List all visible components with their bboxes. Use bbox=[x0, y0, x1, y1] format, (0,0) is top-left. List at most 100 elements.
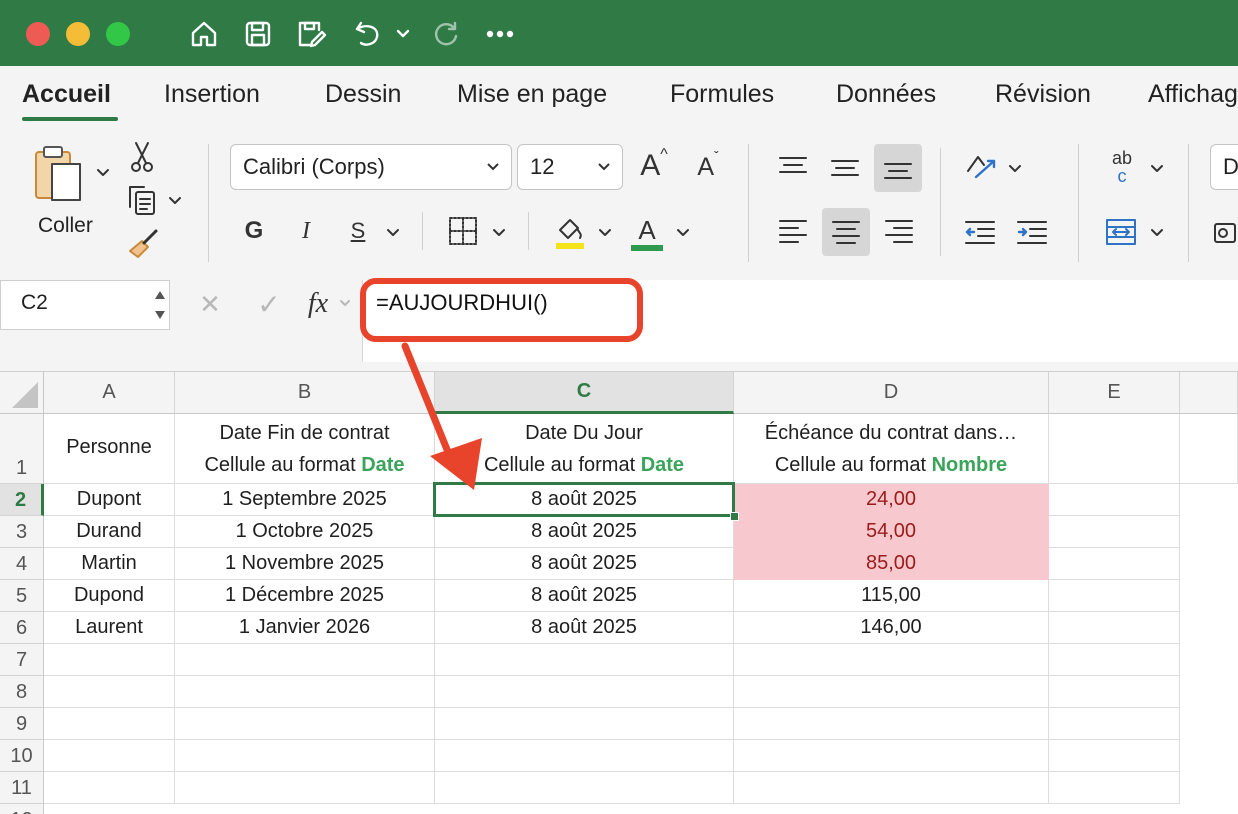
row-header-1[interactable]: 1 bbox=[0, 414, 44, 484]
function-dropdown-chevron-icon[interactable] bbox=[338, 296, 352, 310]
empty-row-8[interactable] bbox=[44, 676, 175, 708]
save-edit-icon[interactable] bbox=[294, 14, 330, 54]
empty-row-8[interactable] bbox=[734, 676, 1049, 708]
undo-dropdown-chevron-icon[interactable] bbox=[394, 14, 412, 54]
empty-row-10[interactable] bbox=[44, 740, 175, 772]
row-header-12[interactable]: 12 bbox=[0, 804, 44, 814]
name-box-stepper-icon[interactable] bbox=[150, 282, 170, 328]
table-cell[interactable]: Laurent bbox=[44, 612, 175, 644]
font-size-dropdown[interactable]: 12 bbox=[517, 144, 623, 190]
align-top-icon[interactable] bbox=[770, 144, 816, 190]
decrease-indent-icon[interactable] bbox=[958, 210, 1002, 254]
table-cell[interactable]: 1 Septembre 2025 bbox=[175, 484, 435, 516]
number-format-dropdown[interactable]: D bbox=[1210, 144, 1238, 190]
bold-button[interactable]: G bbox=[238, 212, 270, 250]
empty-row-9[interactable] bbox=[1049, 708, 1180, 740]
wrap-text-button[interactable]: ab c bbox=[1100, 144, 1144, 190]
empty-row-9[interactable] bbox=[435, 708, 734, 740]
row-header-6[interactable]: 6 bbox=[0, 612, 44, 644]
column-header-d[interactable]: D bbox=[734, 372, 1049, 414]
table-cell-highlighted[interactable]: 85,00 bbox=[734, 548, 1049, 580]
cell-d1[interactable]: Échéance du contrat dans… Cellule au for… bbox=[734, 414, 1049, 484]
row-header-8[interactable]: 8 bbox=[0, 676, 44, 708]
redo-icon[interactable] bbox=[428, 14, 464, 54]
align-bottom-icon[interactable] bbox=[874, 144, 922, 192]
table-cell[interactable]: 146,00 bbox=[734, 612, 1049, 644]
row-header-3[interactable]: 3 bbox=[0, 516, 44, 548]
borders-dropdown-chevron-icon[interactable] bbox=[490, 224, 508, 242]
merge-center-icon[interactable] bbox=[1100, 212, 1142, 252]
cancel-formula-button[interactable]: ✕ bbox=[194, 286, 226, 322]
insert-function-button[interactable]: fx bbox=[300, 284, 336, 324]
table-cell-highlighted[interactable]: 24,00 bbox=[734, 484, 1049, 516]
table-cell[interactable]: Dupont bbox=[44, 484, 175, 516]
table-cell[interactable]: 1 Décembre 2025 bbox=[175, 580, 435, 612]
underline-button[interactable]: S bbox=[342, 212, 374, 250]
currency-format-icon[interactable] bbox=[1212, 216, 1238, 250]
column-header-f[interactable] bbox=[1180, 372, 1238, 414]
table-cell[interactable] bbox=[1049, 484, 1180, 516]
row-header-4[interactable]: 4 bbox=[0, 548, 44, 580]
table-cell[interactable]: 8 août 2025 bbox=[435, 516, 734, 548]
empty-row-10[interactable] bbox=[734, 740, 1049, 772]
table-cell[interactable]: Martin bbox=[44, 548, 175, 580]
font-color-dropdown-chevron-icon[interactable] bbox=[674, 224, 692, 242]
zoom-window-button[interactable] bbox=[106, 22, 130, 46]
empty-row-10[interactable] bbox=[1049, 740, 1180, 772]
table-cell-highlighted[interactable]: 54,00 bbox=[734, 516, 1049, 548]
tab-formules[interactable]: Formules bbox=[670, 80, 774, 109]
empty-row-7[interactable] bbox=[175, 644, 435, 676]
empty-row-7[interactable] bbox=[734, 644, 1049, 676]
save-icon[interactable] bbox=[240, 14, 276, 54]
tab-affichage[interactable]: Affichag bbox=[1148, 80, 1238, 109]
empty-row-11[interactable] bbox=[734, 772, 1049, 804]
table-cell[interactable]: 115,00 bbox=[734, 580, 1049, 612]
paste-button[interactable] bbox=[28, 142, 88, 208]
empty-row-7[interactable] bbox=[435, 644, 734, 676]
column-header-b[interactable]: B bbox=[175, 372, 435, 414]
table-cell[interactable] bbox=[1049, 580, 1180, 612]
close-window-button[interactable] bbox=[26, 22, 50, 46]
align-left-icon[interactable] bbox=[770, 208, 816, 254]
column-header-e[interactable]: E bbox=[1049, 372, 1180, 414]
empty-row-9[interactable] bbox=[44, 708, 175, 740]
font-name-dropdown[interactable]: Calibri (Corps) bbox=[230, 144, 512, 190]
empty-row-9[interactable] bbox=[734, 708, 1049, 740]
italic-button[interactable]: I bbox=[290, 212, 322, 250]
table-cell[interactable] bbox=[1049, 612, 1180, 644]
underline-dropdown-chevron-icon[interactable] bbox=[384, 224, 402, 242]
row-header-9[interactable]: 9 bbox=[0, 708, 44, 740]
minimize-window-button[interactable] bbox=[66, 22, 90, 46]
font-color-button[interactable]: A bbox=[628, 210, 666, 256]
tab-insertion[interactable]: Insertion bbox=[164, 80, 260, 109]
tab-mise-en-page[interactable]: Mise en page bbox=[457, 80, 607, 109]
fill-handle[interactable] bbox=[730, 512, 739, 521]
empty-row-8[interactable] bbox=[1049, 676, 1180, 708]
fill-color-icon[interactable] bbox=[550, 210, 590, 254]
grow-font-button[interactable]: A ^ bbox=[634, 146, 674, 186]
empty-row-7[interactable] bbox=[1049, 644, 1180, 676]
tab-dessin[interactable]: Dessin bbox=[325, 80, 401, 109]
column-header-a[interactable]: A bbox=[44, 372, 175, 414]
align-right-icon[interactable] bbox=[876, 208, 922, 254]
empty-row-11[interactable] bbox=[44, 772, 175, 804]
borders-icon[interactable] bbox=[444, 212, 482, 250]
table-cell[interactable]: 8 août 2025 bbox=[435, 580, 734, 612]
table-cell[interactable]: 8 août 2025 bbox=[435, 612, 734, 644]
text-orientation-icon[interactable] bbox=[958, 146, 1004, 190]
empty-row-8[interactable] bbox=[175, 676, 435, 708]
row-header-2[interactable]: 2 bbox=[0, 484, 44, 516]
empty-row-8[interactable] bbox=[435, 676, 734, 708]
table-cell[interactable] bbox=[1049, 516, 1180, 548]
table-cell[interactable]: 1 Octobre 2025 bbox=[175, 516, 435, 548]
row-header-7[interactable]: 7 bbox=[0, 644, 44, 676]
tab-donnees[interactable]: Données bbox=[836, 80, 936, 109]
table-cell[interactable] bbox=[1049, 548, 1180, 580]
increase-indent-icon[interactable] bbox=[1010, 210, 1054, 254]
text-orientation-dropdown-chevron-icon[interactable] bbox=[1006, 160, 1024, 178]
empty-row-10[interactable] bbox=[435, 740, 734, 772]
align-middle-icon[interactable] bbox=[822, 144, 868, 190]
undo-icon[interactable] bbox=[350, 14, 386, 54]
column-header-c[interactable]: C bbox=[435, 372, 734, 414]
table-cell[interactable]: 1 Janvier 2026 bbox=[175, 612, 435, 644]
